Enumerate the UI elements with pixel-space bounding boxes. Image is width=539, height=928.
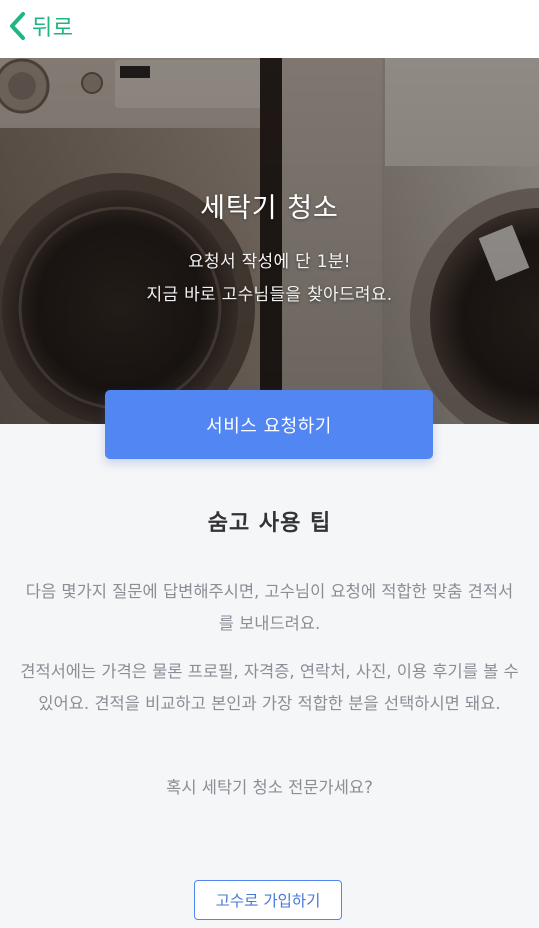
hero-title: 세탁기 청소 — [200, 193, 339, 224]
hero-subtitle-line1: 요청서 작성에 단 1분! — [188, 252, 351, 272]
tip-paragraph-1: 다음 몇가지 질문에 답변해주시면, 고수님이 요청에 적합한 맞춤 견적서를 … — [25, 582, 514, 633]
request-service-button[interactable]: 서비스 요청하기 — [105, 390, 433, 459]
tip-paragraph-2: 견적서에는 가격은 물론 프로필, 자격증, 연락처, 사진, 이용 후기를 볼… — [20, 662, 519, 713]
hero-subtitle-line2: 지금 바로 고수님들을 찾아드려요. — [146, 285, 393, 305]
back-button-label: 뒤로 — [32, 16, 74, 41]
chevron-left-icon — [8, 11, 26, 41]
signup-as-expert-button[interactable]: 고수로 가입하기 — [194, 880, 342, 920]
expert-question: 혹시 세탁기 청소 전문가세요? — [166, 778, 373, 797]
back-button[interactable]: 뒤로 — [8, 8, 73, 44]
tips-title: 숨고 사용 팁 — [207, 511, 332, 536]
page: 뒤로 세탁기 청소 요청서 작성에 단 1분! 지금 바로 고수님들을 찾아드려… — [0, 0, 539, 928]
top-bar: 뒤로 — [0, 0, 539, 58]
washing-machine-photo — [0, 58, 539, 424]
hero-banner: 세탁기 청소 요청서 작성에 단 1분! 지금 바로 고수님들을 찾아드려요. — [0, 58, 539, 424]
